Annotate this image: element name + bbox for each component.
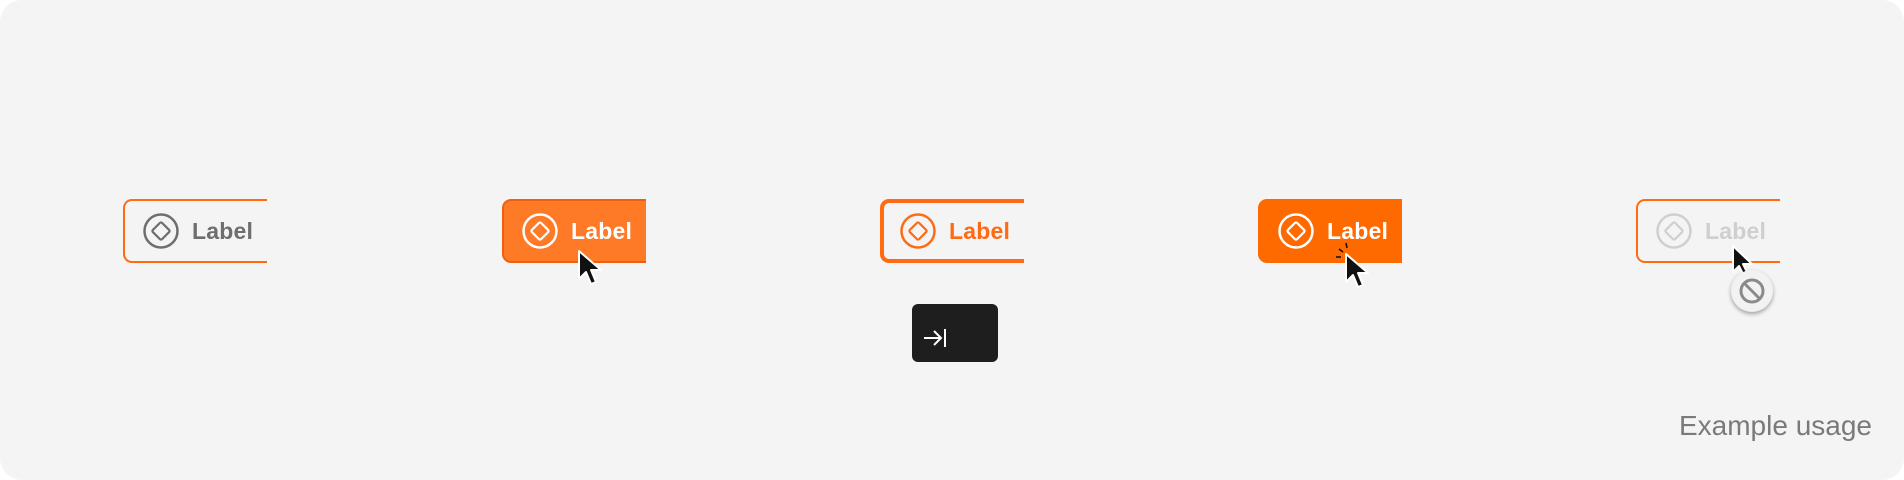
diamond-circle-icon xyxy=(142,212,180,250)
example-usage-caption: Example usage xyxy=(1678,410,1872,441)
diamond-circle-icon xyxy=(1655,212,1693,250)
tab-key-icon xyxy=(912,304,998,362)
button-label: Label xyxy=(192,217,254,244)
diamond-circle-icon xyxy=(1277,212,1315,250)
button-hover[interactable]: Label xyxy=(502,199,646,263)
diamond-circle-icon xyxy=(521,212,559,250)
pointer-cursor-icon xyxy=(576,249,606,289)
button-pressed[interactable]: Label xyxy=(1258,199,1402,263)
button-label: Label xyxy=(949,217,1011,244)
button-default[interactable]: Label xyxy=(123,199,267,263)
button-label: Label xyxy=(1705,217,1767,244)
example-canvas: Label Label Label Label Label Example us… xyxy=(0,0,1904,480)
button-label: Label xyxy=(571,217,633,244)
button-focus[interactable]: Label xyxy=(880,199,1024,263)
diamond-circle-icon xyxy=(899,212,937,250)
pointer-click-cursor-icon xyxy=(1334,240,1374,292)
not-allowed-icon xyxy=(1731,270,1773,312)
button-disabled: Label xyxy=(1636,199,1780,263)
